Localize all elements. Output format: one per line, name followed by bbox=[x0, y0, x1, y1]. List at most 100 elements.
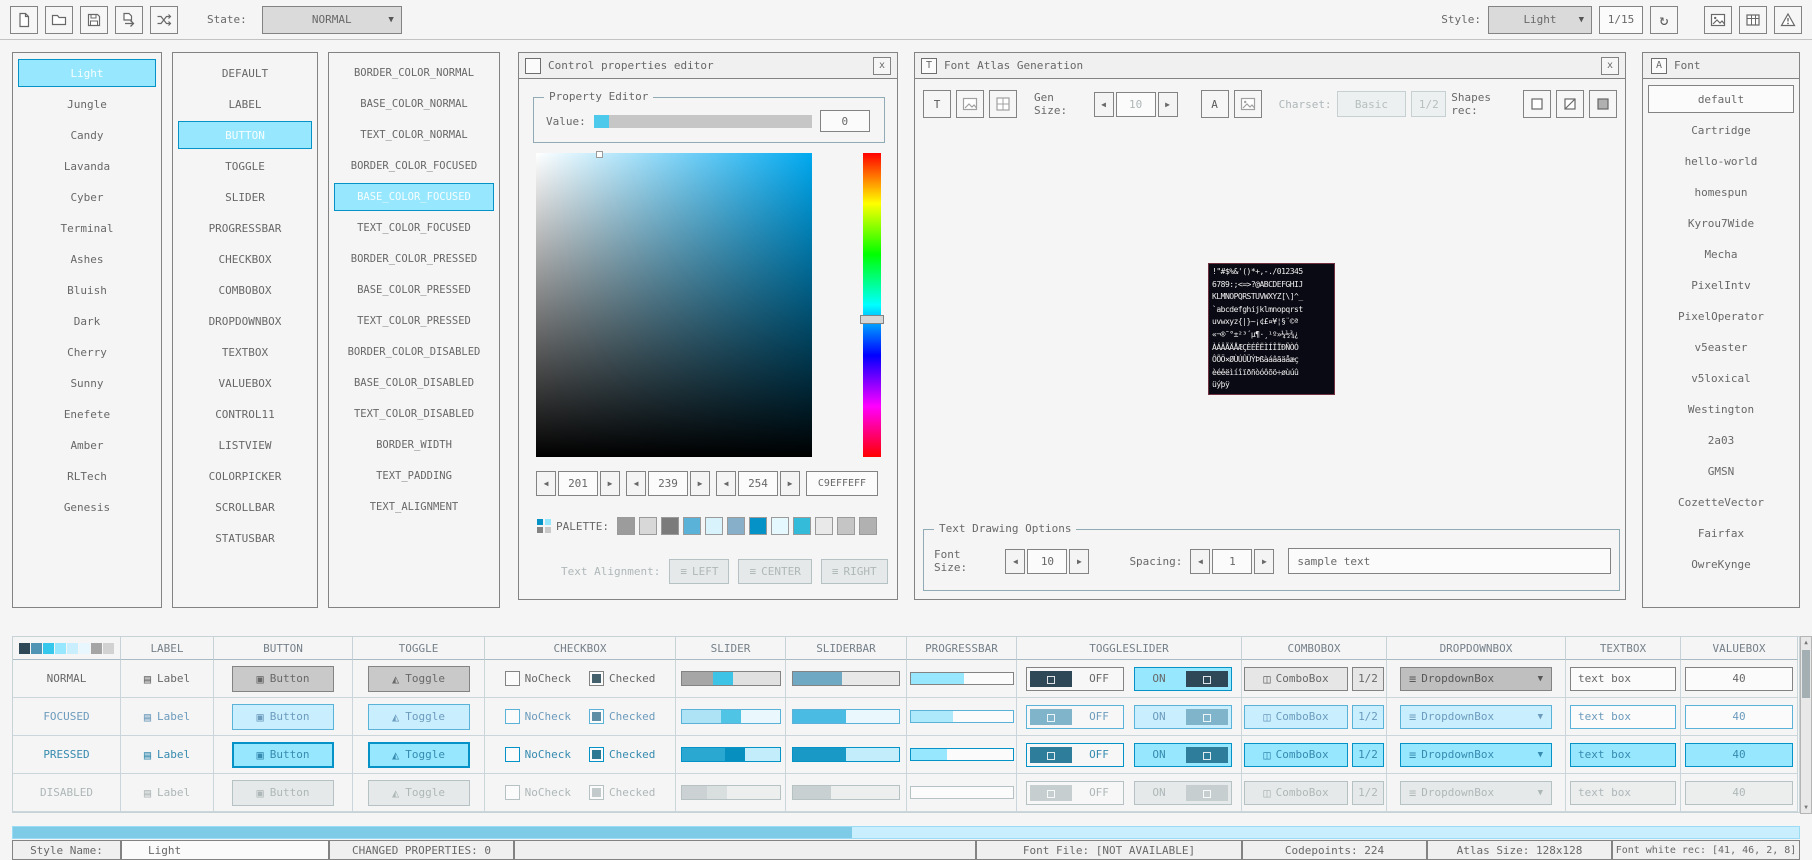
hex-value-box[interactable]: C9EFFEFF bbox=[806, 471, 878, 496]
blue-value[interactable]: 254 bbox=[738, 471, 778, 496]
control-item-slider[interactable]: SLIDER bbox=[178, 183, 312, 211]
style-item-cherry[interactable]: Cherry bbox=[18, 338, 156, 366]
palette-swatch[interactable] bbox=[683, 517, 701, 535]
property-item[interactable]: TEXT_COLOR_PRESSED bbox=[334, 307, 494, 335]
arrow-right-icon[interactable]: ▶ bbox=[1158, 92, 1178, 117]
arrow-left-icon[interactable]: ◀ bbox=[1094, 92, 1114, 117]
control-item-statusbar[interactable]: STATUSBAR bbox=[178, 524, 312, 552]
dropdownbox-control[interactable]: ≡DropdownBox▼ bbox=[1400, 705, 1552, 729]
load-style-button[interactable] bbox=[45, 6, 73, 34]
toggle-control[interactable]: ◭Toggle bbox=[368, 742, 470, 768]
dropdownbox-control[interactable]: ≡DropdownBox▼ bbox=[1400, 781, 1552, 805]
valuebox-control[interactable]: 40 bbox=[1685, 705, 1793, 729]
style-item-rltech[interactable]: RLTech bbox=[18, 462, 156, 490]
font-item[interactable]: CozetteVector bbox=[1648, 488, 1794, 516]
font-item[interactable]: Cartridge bbox=[1648, 116, 1794, 144]
font-item[interactable]: PixelOperator bbox=[1648, 302, 1794, 330]
toggleslider-on[interactable]: ON bbox=[1134, 667, 1232, 691]
property-item[interactable]: BORDER_COLOR_FOCUSED bbox=[334, 152, 494, 180]
button-control[interactable]: ▣Button bbox=[232, 704, 334, 730]
button-control[interactable]: ▣Button bbox=[232, 780, 334, 806]
property-item[interactable]: BORDER_COLOR_PRESSED bbox=[334, 245, 494, 273]
control-item-valuebox[interactable]: VALUEBOX bbox=[178, 369, 312, 397]
about-button[interactable] bbox=[1774, 6, 1802, 34]
vertical-scrollbar[interactable]: ▲ ▼ bbox=[1800, 636, 1812, 814]
property-item[interactable]: BORDER_COLOR_DISABLED bbox=[334, 338, 494, 366]
toggleslider-off[interactable]: OFF bbox=[1026, 781, 1124, 805]
toggle-control[interactable]: ◭Toggle bbox=[368, 704, 470, 730]
arrow-left-icon[interactable]: ◀ bbox=[716, 471, 736, 496]
combobox-count[interactable]: 1/2 bbox=[1352, 705, 1384, 729]
style-item-jungle[interactable]: Jungle bbox=[18, 90, 156, 118]
combobox-control[interactable]: ◫ComboBox bbox=[1244, 667, 1348, 691]
control-item-progressbar[interactable]: PROGRESSBAR bbox=[178, 214, 312, 242]
button-control[interactable]: ▣Button bbox=[232, 666, 334, 692]
palette-swatch[interactable] bbox=[793, 517, 811, 535]
slider-control[interactable] bbox=[681, 747, 781, 762]
arrow-right-icon[interactable]: ▶ bbox=[690, 471, 710, 496]
font-item[interactable]: homespun bbox=[1648, 178, 1794, 206]
palette-swatch[interactable] bbox=[727, 517, 745, 535]
property-item[interactable]: TEXT_COLOR_FOCUSED bbox=[334, 214, 494, 242]
style-item-ashes[interactable]: Ashes bbox=[18, 245, 156, 273]
close-icon[interactable]: x bbox=[873, 57, 891, 75]
gen-size-value[interactable]: 10 bbox=[1116, 92, 1156, 117]
font-item[interactable]: 2a03 bbox=[1648, 426, 1794, 454]
style-item-lavanda[interactable]: Lavanda bbox=[18, 152, 156, 180]
control-item-checkbox[interactable]: CHECKBOX bbox=[178, 245, 312, 273]
dropdownbox-control[interactable]: ≡DropdownBox▼ bbox=[1400, 667, 1552, 691]
control-item-toggle[interactable]: TOGGLE bbox=[178, 152, 312, 180]
arrow-right-icon[interactable]: ▶ bbox=[780, 471, 800, 496]
property-item[interactable]: BASE_COLOR_DISABLED bbox=[334, 369, 494, 397]
palette-swatch[interactable] bbox=[815, 517, 833, 535]
new-style-button[interactable] bbox=[10, 6, 38, 34]
toggleslider-on[interactable]: ON bbox=[1134, 781, 1232, 805]
shapes-rec-diagonal-button[interactable] bbox=[1556, 90, 1584, 118]
align-right-button[interactable]: ≡RIGHT bbox=[821, 559, 888, 584]
property-item[interactable]: BORDER_COLOR_NORMAL bbox=[334, 59, 494, 87]
toggle-control[interactable]: ◭Toggle bbox=[368, 666, 470, 692]
textbox-control[interactable]: text box bbox=[1570, 705, 1676, 729]
hue-bar[interactable] bbox=[863, 153, 881, 457]
valuebox-control[interactable]: 40 bbox=[1685, 667, 1793, 691]
combobox-control[interactable]: ◫ComboBox bbox=[1244, 705, 1348, 729]
arrow-right-icon[interactable]: ▶ bbox=[1069, 549, 1089, 574]
font-item[interactable]: GMSN bbox=[1648, 457, 1794, 485]
control-item-dropdownbox[interactable]: DROPDOWNBOX bbox=[178, 307, 312, 335]
screenshot-button[interactable] bbox=[1704, 6, 1732, 34]
slider-handle[interactable] bbox=[725, 748, 745, 761]
style-item-sunny[interactable]: Sunny bbox=[18, 369, 156, 397]
property-item[interactable]: TEXT_PADDING bbox=[334, 462, 494, 490]
palette-swatch[interactable] bbox=[771, 517, 789, 535]
control-item-default[interactable]: DEFAULT bbox=[178, 59, 312, 87]
property-item[interactable]: BASE_COLOR_NORMAL bbox=[334, 90, 494, 118]
scroll-down-icon[interactable]: ▼ bbox=[1801, 802, 1811, 813]
arrow-left-icon[interactable]: ◀ bbox=[1190, 549, 1210, 574]
sliderbar-control[interactable] bbox=[792, 709, 900, 724]
property-item[interactable]: BORDER_WIDTH bbox=[334, 431, 494, 459]
save-style-button[interactable] bbox=[80, 6, 108, 34]
checkbox-unchecked[interactable] bbox=[505, 671, 520, 686]
color-picker-cursor[interactable] bbox=[596, 151, 603, 158]
property-item[interactable]: TEXT_COLOR_DISABLED bbox=[334, 400, 494, 428]
slider-control[interactable] bbox=[681, 709, 781, 724]
font-text-button[interactable]: T bbox=[923, 90, 951, 118]
table-image-button[interactable] bbox=[1739, 6, 1767, 34]
checkbox-checked[interactable] bbox=[589, 785, 604, 800]
palette-swatch[interactable] bbox=[705, 517, 723, 535]
align-center-button[interactable]: ≡CENTER bbox=[738, 559, 811, 584]
property-item[interactable]: TEXT_COLOR_NORMAL bbox=[334, 121, 494, 149]
slider-handle[interactable] bbox=[707, 786, 727, 799]
control-item-listview[interactable]: LISTVIEW bbox=[178, 431, 312, 459]
combobox-control[interactable]: ◫ComboBox bbox=[1244, 781, 1348, 805]
combobox-count[interactable]: 1/2 bbox=[1352, 781, 1384, 805]
style-item-genesis[interactable]: Genesis bbox=[18, 493, 156, 521]
hue-bar-handle[interactable] bbox=[860, 315, 884, 324]
style-item-terminal[interactable]: Terminal bbox=[18, 214, 156, 242]
font-item[interactable]: Mecha bbox=[1648, 240, 1794, 268]
checkbox-checked[interactable] bbox=[589, 747, 604, 762]
style-item-dark[interactable]: Dark bbox=[18, 307, 156, 335]
value-box[interactable]: 0 bbox=[820, 110, 870, 132]
style-item-candy[interactable]: Candy bbox=[18, 121, 156, 149]
property-item[interactable]: TEXT_ALIGNMENT bbox=[334, 493, 494, 521]
